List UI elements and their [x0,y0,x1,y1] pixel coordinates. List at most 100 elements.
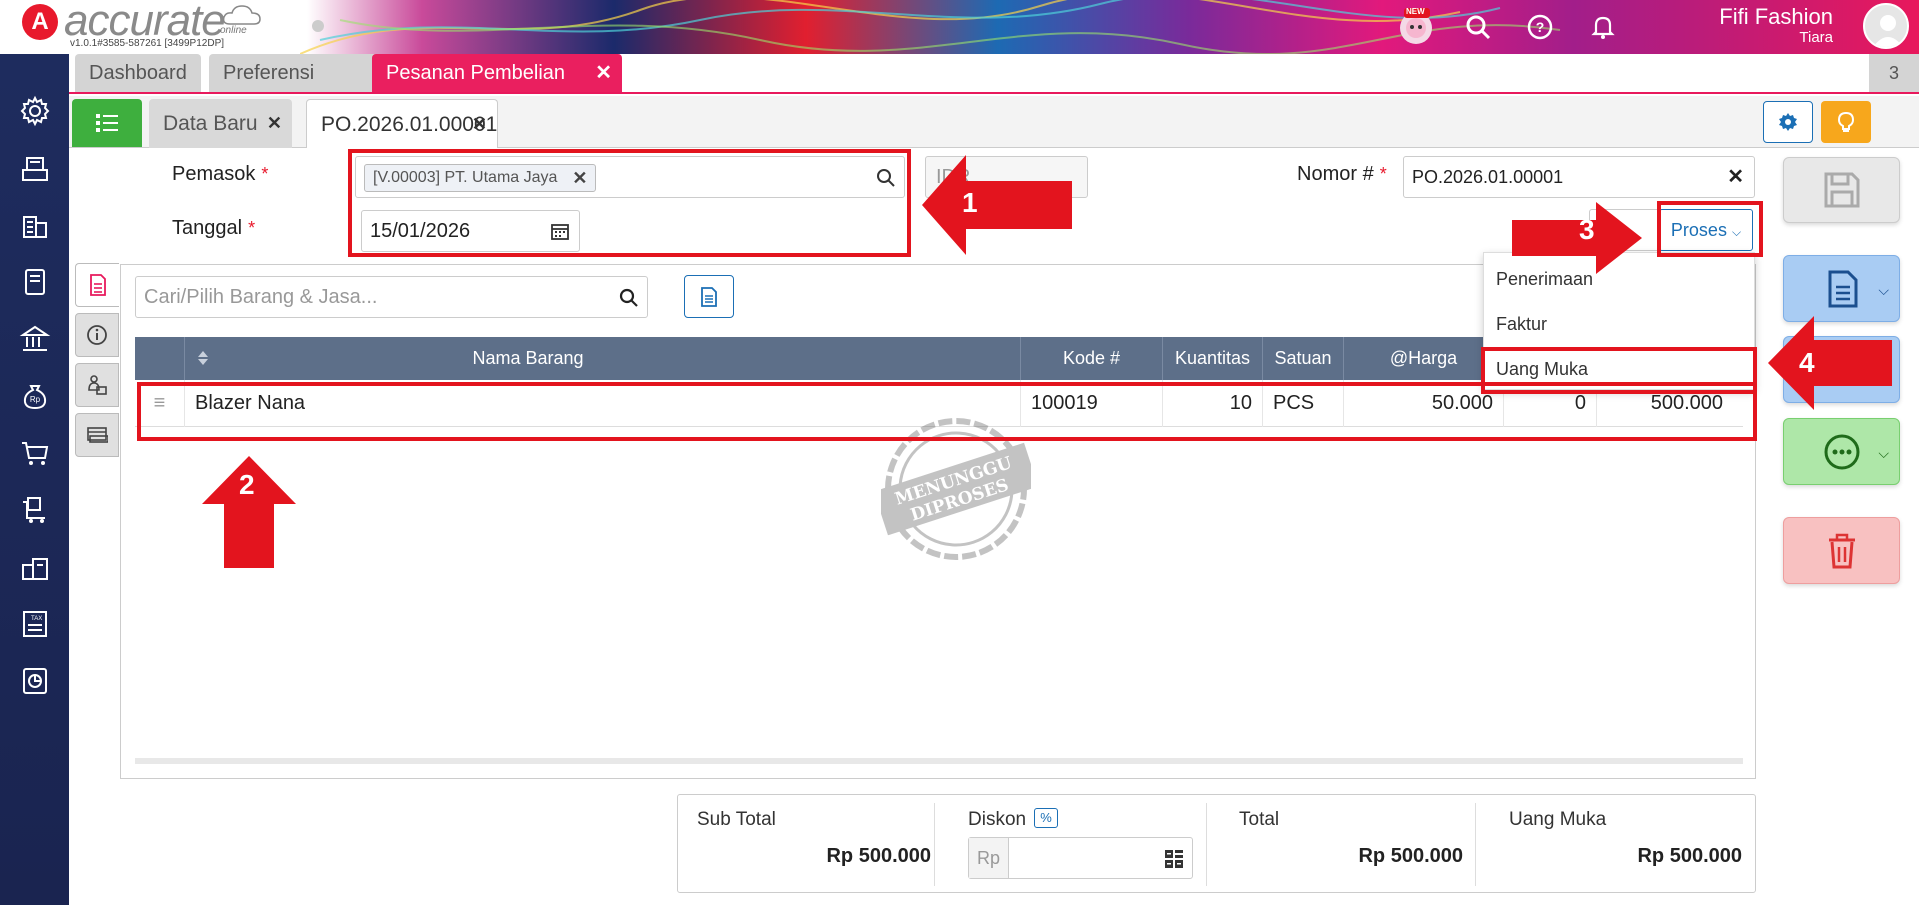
floppy-disk-icon [1824,172,1859,208]
app-window: A accurate online v1.0.1#3585-587261 [34… [0,0,1919,905]
column-sort-handle[interactable]: Nama Barang [185,337,1021,380]
chevron-down-icon: ⌵ [1878,445,1889,461]
supplier-field[interactable]: [V.00003] PT. Utama Jaya ✕ [355,156,905,198]
menu-item-faktur[interactable]: Faktur [1496,314,1547,335]
user-company-name[interactable]: Fifi Fashion [1719,4,1833,30]
down-payment-value: Rp 500.000 [1637,845,1742,867]
supplier-label: Pemasok * [172,163,268,186]
user-name[interactable]: Tiara [1799,29,1833,46]
totals-summary: Sub Total Rp 500.000 Diskon % Rp Total R… [677,794,1756,893]
tab-data-baru[interactable]: Data Baru ✕ [149,99,292,148]
chevron-down-icon: ⌵ [1731,225,1742,239]
divider [1206,803,1207,886]
tab-label: Pesanan Pembelian [386,62,566,84]
form-settings-button[interactable] [1763,101,1813,143]
subtotal-label: Sub Total [697,809,776,830]
svg-text:?: ? [1536,19,1545,35]
tab-payments[interactable] [75,413,119,457]
total-label: Total [1239,809,1280,830]
clear-icon[interactable]: ✕ [1727,157,1744,197]
divider [1475,803,1476,886]
version-text: v1.0.1#3585-587261 [3499P12DP] [70,38,225,49]
required-mark: * [248,218,256,238]
tab-pesanan-pembelian[interactable]: Pesanan Pembelian ✕ [372,54,622,92]
tab-dashboard[interactable]: Dashboard [75,54,201,92]
down-payment-label: Uang Muka [1509,809,1607,830]
percent-toggle[interactable]: % [1034,808,1058,828]
proses-button[interactable]: Proses ⌵ [1659,209,1753,251]
item-detail-button[interactable] [684,275,734,318]
sort-column[interactable] [135,337,185,380]
tax-icon[interactable]: TAX [16,605,54,643]
cash-register-icon[interactable] [16,149,54,187]
annotation-number: 2 [239,469,255,500]
purchase-cart-icon[interactable] [16,491,54,529]
item-search-input[interactable]: Cari/Pilih Barang & Jasa... [135,276,648,318]
close-icon[interactable]: ✕ [267,99,282,148]
remove-supplier-icon[interactable]: ✕ [572,165,587,191]
tips-button[interactable] [1821,101,1871,143]
search-placeholder: Cari/Pilih Barang & Jasa... [144,286,378,308]
search-icon[interactable] [619,288,639,308]
nomor-field[interactable]: PO.2026.01.00001 ✕ [1403,156,1755,198]
currency-prefix: Rp [969,838,1009,878]
help-icon[interactable]: ? [1523,10,1557,44]
money-bag-icon[interactable]: Rp [16,377,54,415]
bell-icon[interactable] [1586,10,1620,44]
close-icon[interactable]: ✕ [595,54,612,92]
top-header: A accurate online v1.0.1#3585-587261 [34… [0,0,1919,54]
date-field[interactable]: 15/01/2026 [361,210,580,252]
open-tab-count[interactable]: 3 [1869,54,1919,92]
quantity-cell[interactable]: 10 [1163,380,1263,427]
unit-cell[interactable]: PCS [1263,380,1344,427]
item-code-cell[interactable]: 100019 [1021,380,1163,427]
search-icon[interactable] [876,168,896,188]
ledger-book-icon[interactable] [16,263,54,301]
shopping-cart-icon[interactable] [16,434,54,472]
tab-items[interactable] [75,263,119,307]
required-mark: * [1379,164,1387,184]
calculator-icon[interactable] [1164,849,1184,869]
discount-label: Diskon [968,809,1027,830]
report-chart-icon[interactable] [16,662,54,700]
price-cell[interactable]: 50.000 [1344,380,1504,427]
delete-button[interactable] [1783,517,1900,584]
divider [934,803,935,886]
gear-icon [1779,113,1797,131]
discount-input[interactable]: Rp [968,837,1193,879]
tab-label: Dashboard [89,62,187,84]
menu-item-uang-muka[interactable]: Uang Muka [1496,359,1588,380]
inventory-icon[interactable] [16,548,54,586]
column-header[interactable]: Kuantitas [1163,337,1263,380]
more-actions-button[interactable]: ⌵ [1783,418,1900,485]
annotation-arrow-right-3 [1512,202,1642,274]
avatar[interactable] [1863,3,1909,49]
horizontal-scrollbar[interactable] [135,758,1743,764]
list-view-button[interactable] [72,99,142,147]
settings-gear-icon[interactable] [16,92,54,130]
accurate-logo: A [22,4,58,40]
tab-info[interactable] [75,313,119,357]
column-header[interactable]: @Harga [1344,337,1504,380]
tab-costs[interactable] [75,363,119,407]
annotation-number: 1 [962,187,978,218]
bank-icon[interactable] [16,320,54,358]
column-header[interactable]: Satuan [1263,337,1344,380]
save-button[interactable] [1783,157,1900,223]
new-badge: NEW [1406,7,1425,16]
cloud-icon [222,5,261,25]
column-header[interactable]: Nama Barang [185,337,871,380]
print-document-button[interactable]: ⌵ [1783,255,1900,322]
tab-po-document[interactable]: PO.2026.01.00001 ✕ [306,99,498,148]
list-icon [96,114,118,132]
cards-icon [87,427,108,443]
drag-handle-icon[interactable]: ≡ [135,380,185,427]
new-feature-icon[interactable]: NEW [1396,6,1436,46]
search-icon[interactable] [1461,10,1495,44]
calendar-icon[interactable] [551,222,569,240]
tab-label: PO.2026.01.00001 [321,113,498,136]
supplier-chip[interactable]: [V.00003] PT. Utama Jaya ✕ [364,164,597,192]
building-icon[interactable] [16,206,54,244]
column-header[interactable]: Kode # [1021,337,1163,380]
close-icon[interactable]: ✕ [472,100,487,149]
